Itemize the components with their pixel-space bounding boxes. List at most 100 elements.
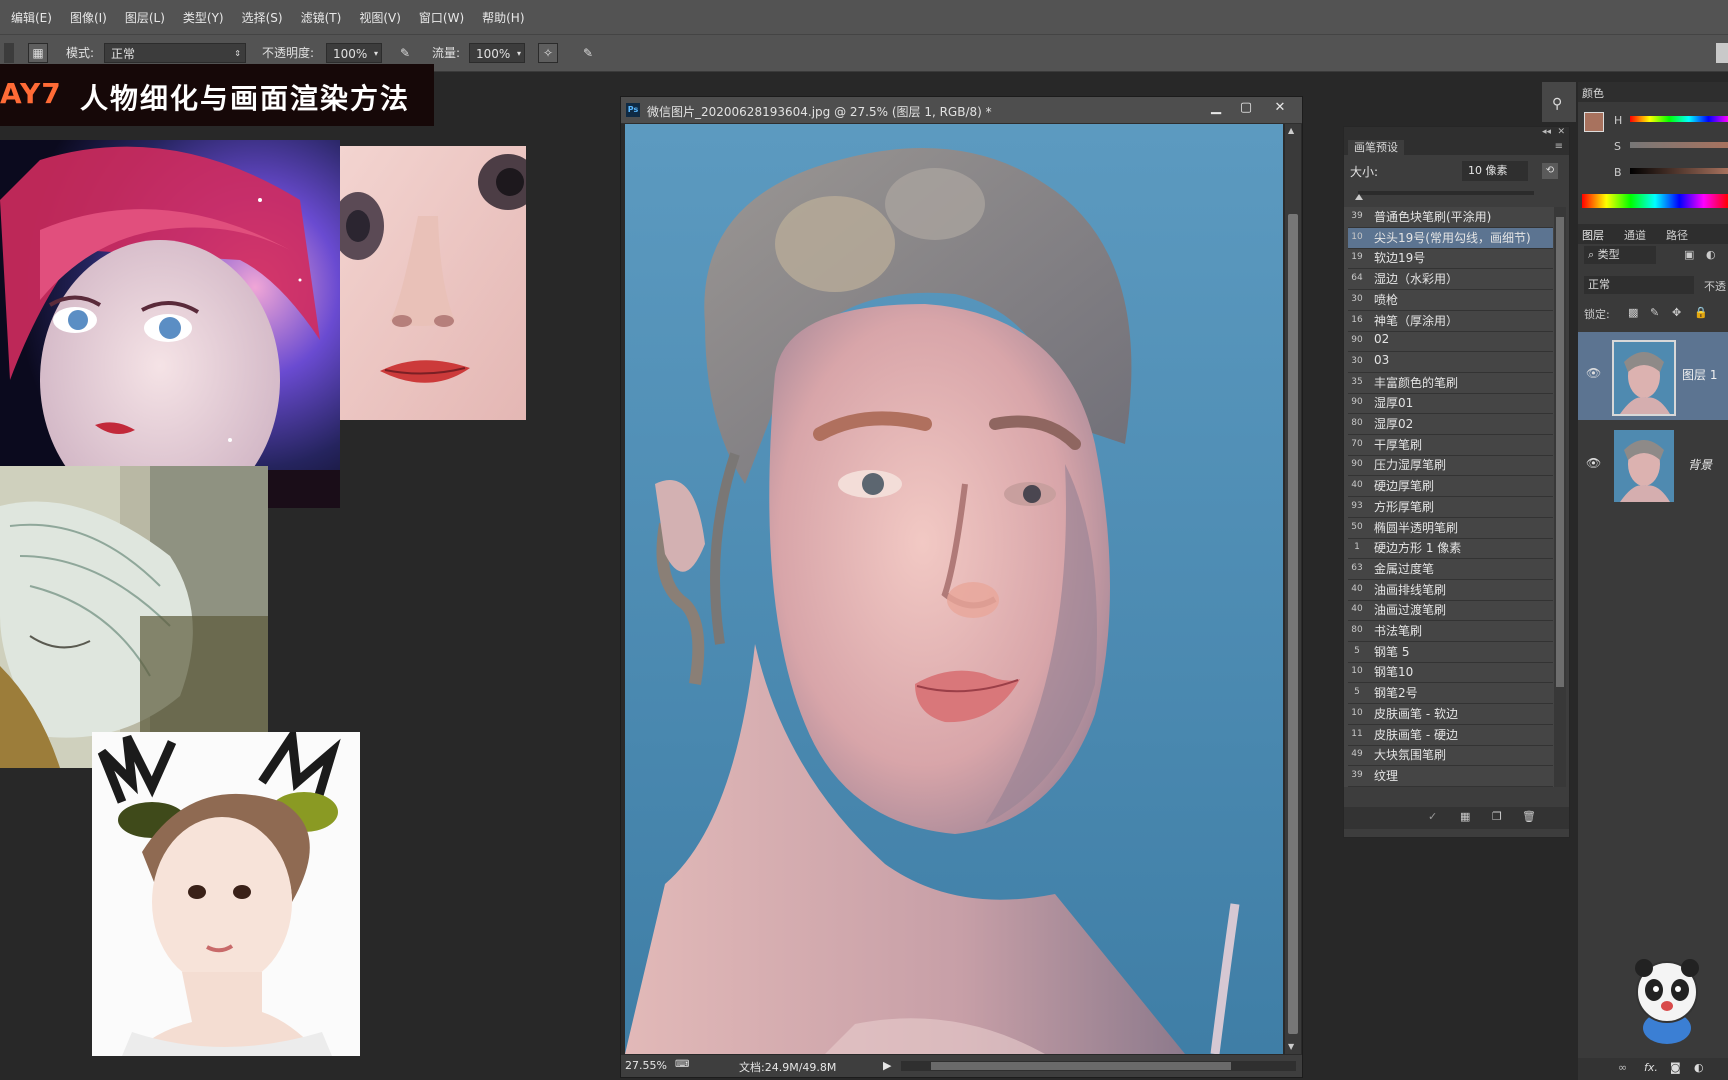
close-panel-icon[interactable]: ✕ xyxy=(1557,127,1565,137)
brush-list-scrollbar[interactable] xyxy=(1554,207,1566,787)
fx-button[interactable]: fx. xyxy=(1644,1061,1658,1074)
brush-preset-item[interactable]: 30 03 xyxy=(1348,352,1553,373)
scroll-down-icon[interactable]: ▼ xyxy=(1288,1042,1294,1051)
saturation-slider[interactable] xyxy=(1630,142,1728,148)
vertical-scrollbar[interactable]: ▲ ▼ xyxy=(1285,124,1301,1054)
layer-filter-select[interactable]: ⌕ 类型 xyxy=(1584,246,1656,264)
menu-image[interactable]: 图像(I) xyxy=(61,9,116,26)
brush-preset-item[interactable]: 50 椭圆半透明笔刷 xyxy=(1348,518,1553,539)
brush-preset-item[interactable]: 63 金属过度笔 xyxy=(1348,559,1553,580)
airbrush-icon[interactable]: ✧ xyxy=(538,43,558,63)
painting-canvas[interactable] xyxy=(625,124,1283,1054)
tab-channels[interactable]: 通道 xyxy=(1624,227,1646,243)
menu-edit[interactable]: 编辑(E) xyxy=(0,9,61,26)
tab-paths[interactable]: 路径 xyxy=(1666,227,1688,243)
brush-preset-item[interactable]: 35 丰富颜色的笔刷 xyxy=(1348,373,1553,394)
layer-row-background[interactable]: 👁 背景 xyxy=(1578,422,1728,510)
brush-size-input[interactable]: 10 像素 xyxy=(1462,161,1528,181)
filter-image-icon[interactable]: ▣ xyxy=(1684,248,1694,261)
brush-preset-item[interactable]: 64 湿边（水彩用） xyxy=(1348,269,1553,291)
lock-move-icon[interactable]: ✥ xyxy=(1672,306,1681,319)
horizontal-scrollbar[interactable] xyxy=(901,1061,1296,1071)
panel-menu-icon[interactable]: ≡ xyxy=(1555,141,1563,152)
brush-preset-item[interactable]: 39 普通色块笔刷(平涂用) xyxy=(1348,207,1553,228)
brush-preset-item[interactable]: 19 软边19号 xyxy=(1348,248,1553,270)
hue-slider[interactable] xyxy=(1630,116,1728,122)
menu-type[interactable]: 类型(Y) xyxy=(174,9,233,26)
status-menu-arrow-icon[interactable]: ▶ xyxy=(883,1059,891,1072)
brush-preset-item[interactable]: 40 硬边厚笔刷 xyxy=(1348,476,1553,498)
slider-handle-icon[interactable] xyxy=(1355,194,1363,200)
trash-icon[interactable]: 🗑 xyxy=(1522,810,1536,823)
pressure-size-icon[interactable]: ✎ xyxy=(578,43,598,63)
brush-preset-item[interactable]: 80 书法笔刷 xyxy=(1348,621,1553,642)
horizontal-scroll-thumb[interactable] xyxy=(931,1062,1231,1070)
brush-preset-item[interactable]: 70 干厚笔刷 xyxy=(1348,435,1553,456)
menu-window[interactable]: 窗口(W) xyxy=(410,9,473,26)
toggle-brush-icon[interactable]: ✓ xyxy=(1428,810,1437,823)
menu-view[interactable]: 视图(V) xyxy=(350,9,410,26)
brush-preset-item[interactable]: 10 皮肤画笔 - 软边 xyxy=(1348,704,1553,725)
collapsed-tool-strip[interactable]: ⚲ xyxy=(1542,82,1576,122)
brush-preset-item[interactable]: 11 皮肤画笔 - 硬边 xyxy=(1348,725,1553,746)
brush-preset-item[interactable]: 5 钢笔2号 xyxy=(1348,683,1553,705)
minimize-button[interactable]: ▁ xyxy=(1201,97,1231,119)
maximize-button[interactable]: ▢ xyxy=(1231,97,1261,119)
brush-preset-item[interactable]: 10 钢笔10 xyxy=(1348,662,1553,684)
visibility-eye-icon[interactable]: 👁 xyxy=(1586,456,1601,470)
add-mask-icon[interactable]: ◙ xyxy=(1670,1061,1681,1074)
lock-paint-icon[interactable]: ✎ xyxy=(1650,306,1659,319)
brush-preset-item[interactable]: 49 大块氛围笔刷 xyxy=(1348,745,1553,767)
mode-select[interactable]: 正常 ⇕ xyxy=(104,43,246,63)
status-info-icon[interactable]: ⌨ xyxy=(675,1059,689,1070)
new-preset-icon[interactable]: ❐ xyxy=(1492,810,1502,823)
flow-input[interactable]: 100% ▾ xyxy=(469,43,525,63)
scroll-up-icon[interactable]: ▲ xyxy=(1288,126,1294,135)
menu-select[interactable]: 选择(S) xyxy=(233,9,292,26)
brush-preset-item[interactable]: 90 02 xyxy=(1348,331,1553,353)
layer-row-layer1[interactable]: 👁 图层 1 xyxy=(1578,332,1728,420)
brush-list-scroll-thumb[interactable] xyxy=(1556,217,1564,687)
tab-color[interactable]: 颜色 xyxy=(1582,85,1604,101)
brush-panel-toggle-icon[interactable]: ▦ xyxy=(28,43,48,63)
foreground-color-swatch[interactable] xyxy=(1584,112,1604,132)
menu-filter[interactable]: 滤镜(T) xyxy=(292,9,351,26)
workspace-button[interactable] xyxy=(1716,43,1728,63)
adjustment-layer-icon[interactable]: ◐ xyxy=(1694,1061,1704,1074)
brush-preset-item[interactable]: 90 湿厚01 xyxy=(1348,393,1553,415)
brush-preset-item[interactable]: 39 纹理 xyxy=(1348,766,1553,787)
visibility-eye-icon[interactable]: 👁 xyxy=(1586,366,1601,380)
pressure-opacity-icon[interactable]: ✎ xyxy=(395,43,415,63)
brush-preset-item[interactable]: 10 尖头19号(常用勾线，画细节) xyxy=(1348,227,1553,249)
brush-size-slider[interactable] xyxy=(1355,191,1534,200)
tab-brush-presets[interactable]: 画笔预设 xyxy=(1348,140,1404,155)
lock-transparency-icon[interactable]: ▩ xyxy=(1628,306,1638,319)
link-layers-icon[interactable]: ∞ xyxy=(1618,1061,1627,1074)
scroll-thumb[interactable] xyxy=(1288,214,1298,1034)
color-ramp[interactable] xyxy=(1582,194,1728,208)
brightness-slider[interactable] xyxy=(1630,168,1728,174)
brush-preset-item[interactable]: 5 钢笔 5 xyxy=(1348,642,1553,663)
menu-help[interactable]: 帮助(H) xyxy=(473,9,533,26)
brush-preset-item[interactable]: 1 硬边方形 1 像素 xyxy=(1348,538,1553,560)
brush-tool-icon[interactable]: ⚲ xyxy=(1552,96,1562,112)
brush-preset-item[interactable]: 30 喷枪 xyxy=(1348,290,1553,311)
brush-preset-item[interactable]: 80 湿厚02 xyxy=(1348,414,1553,435)
brush-preset-item[interactable]: 40 油画排线笔刷 xyxy=(1348,580,1553,601)
brush-preset-item[interactable]: 90 压力湿厚笔刷 xyxy=(1348,455,1553,477)
layer-name[interactable]: 背景 xyxy=(1688,456,1712,473)
lock-all-icon[interactable]: 🔒 xyxy=(1694,306,1708,319)
document-title-bar[interactable]: Ps 微信图片_20200628193604.jpg @ 27.5% (图层 1… xyxy=(621,97,1302,124)
menu-layer[interactable]: 图层(L) xyxy=(116,9,174,26)
tool-preset-dropdown[interactable] xyxy=(4,43,14,63)
tab-layers[interactable]: 图层 xyxy=(1582,227,1604,243)
layer-blend-mode-select[interactable]: 正常 xyxy=(1584,276,1694,294)
brush-preset-item[interactable]: 93 方形厚笔刷 xyxy=(1348,497,1553,518)
opacity-input[interactable]: 100% ▾ xyxy=(326,43,382,63)
filter-adjust-icon[interactable]: ◐ xyxy=(1706,248,1716,261)
zoom-level[interactable]: 27.55% xyxy=(625,1059,667,1072)
collapse-icon[interactable]: ◂◂ xyxy=(1542,127,1551,137)
brush-preset-item[interactable]: 40 油画过渡笔刷 xyxy=(1348,600,1553,622)
layer-name[interactable]: 图层 1 xyxy=(1682,366,1717,383)
brush-preset-item[interactable]: 16 神笔（厚涂用） xyxy=(1348,311,1553,332)
